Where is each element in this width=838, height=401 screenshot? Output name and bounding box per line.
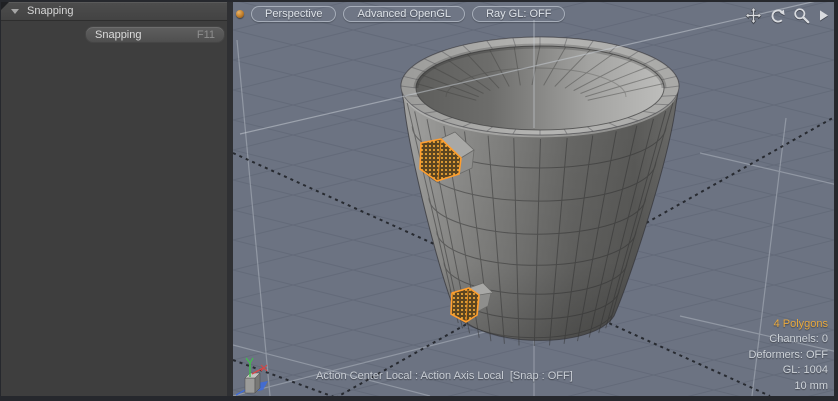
panel-title: Snapping: [27, 5, 74, 17]
snapping-button-shortcut: F11: [197, 29, 215, 41]
viewport-canvas[interactable]: [233, 2, 834, 396]
selected-polygon-2[interactable]: [451, 288, 479, 322]
viewport-handle-dot[interactable]: [236, 10, 244, 18]
application-window: Snapping Snapping F11: [0, 0, 838, 401]
gizmo-box-front: [245, 378, 255, 393]
view-type-button[interactable]: Perspective: [251, 6, 336, 22]
status-gl: GL: 1004: [749, 363, 828, 378]
pan-icon[interactable]: [745, 7, 762, 24]
renderer-button[interactable]: Advanced OpenGL: [343, 6, 465, 22]
viewport-toolbar: Perspective Advanced OpenGL Ray GL: OFF: [236, 5, 565, 23]
viewport-3d[interactable]: Perspective Advanced OpenGL Ray GL: OFF: [233, 2, 834, 396]
panel-header[interactable]: Snapping: [1, 2, 227, 21]
viewport-nav-icons: [745, 7, 829, 24]
status-polygons: 4 Polygons: [749, 317, 828, 332]
snapping-button-label: Snapping: [95, 29, 142, 41]
snapping-panel: Snapping Snapping F11: [1, 2, 227, 396]
menu-arrow-icon[interactable]: [817, 7, 829, 24]
status-channels: Channels: 0: [749, 332, 828, 347]
action-center-label: Action Center Local : Action Axis Local …: [316, 370, 573, 382]
status-deformers: Deformers: OFF: [749, 348, 828, 363]
panel-corner-notch: [1, 2, 9, 10]
zoom-icon[interactable]: [793, 7, 810, 24]
snapping-button[interactable]: Snapping F11: [85, 26, 225, 43]
orbit-icon[interactable]: [769, 7, 786, 24]
status-units: 10 mm: [749, 379, 828, 394]
raygl-button[interactable]: Ray GL: OFF: [472, 6, 565, 22]
viewport-status: 4 Polygons Channels: 0 Deformers: OFF GL…: [749, 317, 828, 394]
collapse-arrow-icon[interactable]: [11, 9, 19, 14]
